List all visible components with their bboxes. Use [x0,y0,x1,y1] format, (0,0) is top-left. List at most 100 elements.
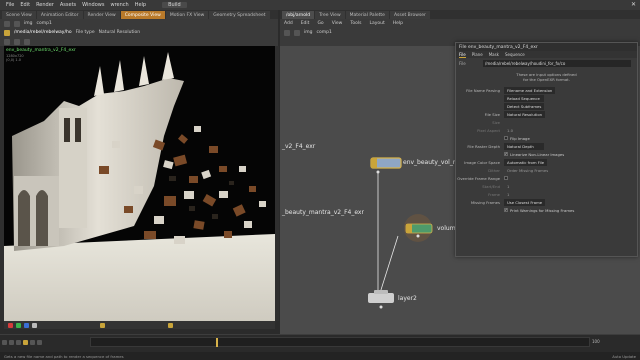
tab-tree-view[interactable]: Tree View [315,11,345,19]
color-space-label: Image Color Space [464,159,500,165]
file-size-select[interactable]: Natural Resolution [504,110,546,118]
net-menu-go[interactable]: Go [317,21,323,26]
file-name-parsing-select[interactable]: Filename and Extension [504,86,556,94]
auto-update-toggle[interactable]: Auto Update [612,354,636,359]
start-end-label: Start/End [482,183,500,189]
resolution-select[interactable]: Natural Resolution [99,30,141,35]
tab-network-path[interactable]: /obj/arnold [282,11,315,19]
build-desktop-select[interactable]: Build [162,2,187,8]
alpha-channel-icon[interactable] [32,322,37,328]
pin-icon[interactable] [4,29,10,36]
print-warnings-checkbox[interactable]: ✓ [504,208,508,212]
net-menu-tools[interactable]: Tools [350,21,361,26]
composite-viewport[interactable]: env_beauty_mantra_v2_F4_exr 1280x720 (0,… [4,46,275,321]
end-frame[interactable]: 100 [592,339,600,344]
menu-assets[interactable]: Assets [60,2,76,8]
viewport-info: (0,0) 1.0 [6,58,21,62]
menu-edit[interactable]: Edit [20,2,30,8]
tab-scene-view[interactable]: Scene View [2,11,36,19]
tab-plane[interactable]: Plane [472,52,483,57]
zoom-icon[interactable] [24,38,30,45]
override-range-checkbox[interactable] [504,176,508,180]
close-icon[interactable]: ✕ [631,1,636,8]
tab-mask[interactable]: Mask [489,52,499,57]
net-menu-edit[interactable]: Edit [301,21,310,26]
frame-field[interactable]: 1 [504,191,544,198]
net-menu-help[interactable]: Help [393,21,403,26]
detect-subframes-button[interactable]: Detect Subframes [504,102,545,110]
viewport-right-tools [275,46,279,321]
display-icon[interactable] [4,38,10,45]
blue-channel-icon[interactable] [24,322,29,328]
flip-image-checkbox[interactable] [504,136,508,140]
net-path-context[interactable]: comp1 [317,30,332,35]
network-menu: Add Edit Go View Tools Layout Help [280,19,640,28]
dither-field[interactable]: Order Missing Frames [504,167,551,174]
parameter-panel: File env_beauty_mantra_v2_F4_exr File Pl… [455,42,638,257]
last-frame-icon[interactable] [37,340,42,345]
tab-render-view[interactable]: Render View [83,11,120,19]
tab-composite-view[interactable]: Composite View [120,11,165,19]
node-volum[interactable]: volum [437,225,456,232]
tab-motion-fx-view[interactable]: Motion FX View [165,11,209,19]
network-path-bar: img comp1 [280,28,640,37]
linearize-label: Linearize Non-Linear Images [510,151,565,157]
reload-sequence-button[interactable]: Reload Sequence [504,94,544,102]
channel-icon[interactable] [14,38,20,45]
back-icon[interactable] [4,20,10,27]
color-space-select[interactable]: Automatic from File [504,158,548,166]
file-type[interactable]: File type [76,30,95,35]
row-linearize: ✓ Linearize Non-Linear Images [456,150,637,158]
timeline-cursor[interactable] [216,338,218,347]
menu-file[interactable]: File [6,2,14,8]
play-icon[interactable] [23,340,28,345]
file-label: File [459,61,466,66]
timeline-ruler[interactable] [90,337,590,347]
play-back-icon[interactable] [16,340,21,345]
missing-frames-select[interactable]: Use Closest Frame [504,198,546,206]
path-img[interactable]: img [24,21,33,26]
start-end-field[interactable]: 1 [504,183,544,190]
forward-icon[interactable] [294,29,300,36]
net-path-img[interactable]: img [304,30,313,35]
green-channel-icon[interactable] [16,322,21,328]
forward-icon[interactable] [14,20,20,27]
net-menu-view[interactable]: View [332,21,343,26]
render-image [4,46,275,321]
net-menu-layout[interactable]: Layout [369,21,384,26]
linearize-checkbox[interactable]: ✓ [504,152,508,156]
row-pixel-aspect: Pixel Aspect 1.0 [456,126,637,134]
viewport-toolbar: /media/rebel/rebelway/ho File type Natur… [0,28,278,37]
frame-label: Frame [488,191,500,197]
menu-wrench[interactable]: wrench [110,2,128,8]
row-dither: Dither Order Missing Frames [456,166,637,174]
next-key-icon[interactable] [30,340,35,345]
raster-depth-label: File Raster Depth [467,143,500,149]
row-file-size: File Size Natural Resolution [456,110,637,118]
net-menu-add[interactable]: Add [284,21,293,26]
snapshot-icon[interactable] [168,322,173,328]
path-context[interactable]: comp1 [37,21,52,26]
back-icon[interactable] [284,29,290,36]
first-frame-icon[interactable] [2,340,7,345]
tab-asset-browser[interactable]: Asset Browser [389,11,430,19]
pixel-aspect-field[interactable]: 1.0 [504,127,544,134]
tab-sequence[interactable]: Sequence [505,52,525,57]
raster-depth-select[interactable]: Natural Depth [504,142,544,150]
menu-help[interactable]: Help [135,2,146,8]
red-channel-icon[interactable] [8,322,13,328]
frame-marker-icon[interactable] [100,322,105,328]
image-path[interactable]: /media/rebel/rebelway/ho [14,30,72,35]
tab-geometry-spreadsheet[interactable]: Geometry Spreadsheet [209,11,270,19]
menu-render[interactable]: Render [36,2,54,8]
status-message: Gets a new file name and path to render … [4,353,124,359]
left-pane-tabs: Scene View Animation Editor Render View … [0,10,278,19]
prev-key-icon[interactable] [9,340,14,345]
tab-material-palette[interactable]: Material Palette [345,11,389,19]
tab-animation-editor[interactable]: Animation Editor [36,11,83,19]
tab-file[interactable]: File [459,52,466,58]
file-path-field[interactable]: /media/rebel/rebelway/houdini_for_fx/co [483,60,631,67]
menu-windows[interactable]: Windows [82,2,104,8]
node-env-beauty-vol[interactable]: env_beauty_vol_m [403,159,459,166]
node-layer2[interactable]: layer2 [398,295,417,302]
